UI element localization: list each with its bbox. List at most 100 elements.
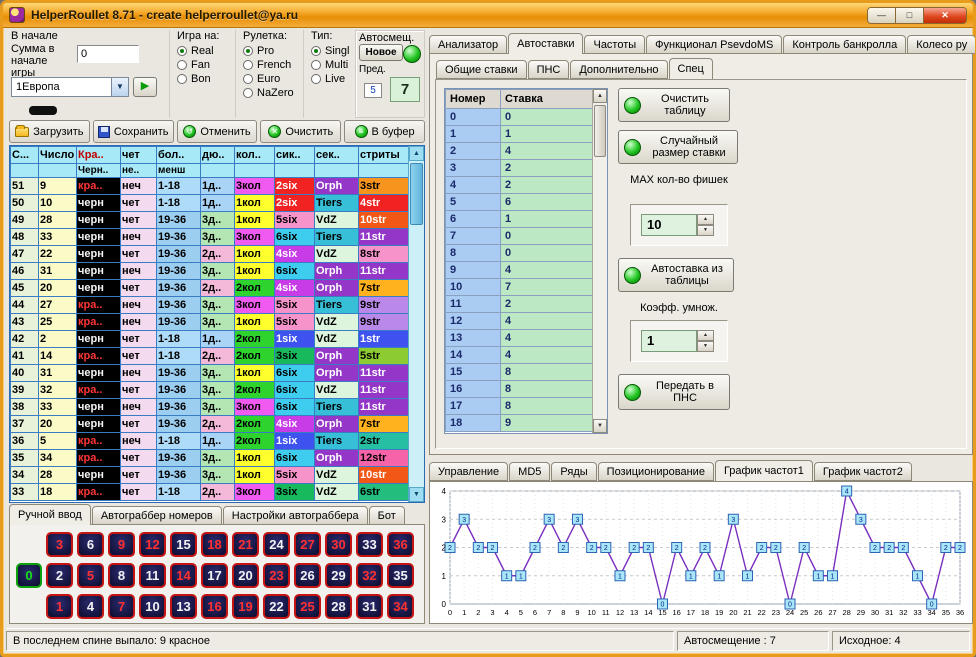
table-row[interactable]: 112 (446, 296, 594, 313)
number-tile-5[interactable]: 5 (77, 563, 104, 588)
number-tile-1[interactable]: 1 (46, 594, 73, 619)
table-row[interactable]: 00 (446, 109, 594, 126)
radio-game-on-real[interactable]: Real (177, 44, 233, 58)
number-tile-9[interactable]: 9 (108, 532, 135, 557)
number-tile-27[interactable]: 27 (294, 532, 321, 557)
maximize-button[interactable]: □ (896, 8, 924, 23)
number-tile-22[interactable]: 22 (263, 594, 290, 619)
table-row[interactable]: 42 (446, 177, 594, 194)
number-tile-6[interactable]: 6 (77, 532, 104, 557)
input-tab-0[interactable]: Ручной ввод (9, 504, 91, 525)
bets-scrollbar[interactable]: ▲ ▼ (592, 89, 607, 433)
number-tile-24[interactable]: 24 (263, 532, 290, 557)
radio-roulette-pro[interactable]: Pro (243, 44, 301, 58)
number-tile-28[interactable]: 28 (325, 594, 352, 619)
close-button[interactable]: ✕ (924, 8, 966, 23)
number-tile-8[interactable]: 8 (108, 563, 135, 588)
history-scrollbar[interactable]: ▲ ▼ (408, 146, 424, 502)
max-chips-spinner[interactable]: 10 ▲ ▼ (641, 214, 727, 236)
spin-down-icon[interactable]: ▼ (697, 225, 714, 236)
number-tile-36[interactable]: 36 (387, 532, 414, 557)
number-tile-20[interactable]: 20 (232, 563, 259, 588)
number-tile-34[interactable]: 34 (387, 594, 414, 619)
play-button[interactable]: ▶ (133, 77, 157, 97)
bottom-tab-1[interactable]: MD5 (509, 462, 550, 481)
main-tab-5[interactable]: Колесо ру (907, 35, 975, 54)
toolbar-button-undo[interactable]: ↺Отменить (177, 120, 258, 143)
table-row[interactable]: 134 (446, 330, 594, 347)
table-row[interactable]: 422чернчет1-181д..2кол1sixVdZ1str (11, 331, 410, 348)
main-tab-4[interactable]: Контроль банкролла (783, 35, 906, 54)
game-select-combobox[interactable]: 1Европа ▼ (11, 77, 129, 97)
new-autoshift-button[interactable]: Новое (359, 44, 403, 61)
scrollbar-thumb[interactable] (594, 105, 606, 157)
table-row[interactable]: 24 (446, 143, 594, 160)
table-row[interactable]: 144 (446, 347, 594, 364)
title-bar[interactable]: HelperRoullet 8.71 - create helperroulle… (3, 3, 973, 28)
table-row[interactable]: 4631черннеч19-363д..1кол6sixOrph11str (11, 263, 410, 280)
spin-up-icon[interactable]: ▲ (697, 214, 714, 225)
scroll-up-icon[interactable]: ▲ (409, 146, 424, 161)
table-row[interactable]: 4114кра..чет1-182д..2кол3sixOrph5str (11, 348, 410, 365)
table-row[interactable]: 4325кра..неч19-363д..1кол5sixVdZ9str (11, 314, 410, 331)
table-row[interactable]: 3833черннеч19-363д..3кол6sixTiers11str (11, 399, 410, 416)
number-tile-18[interactable]: 18 (201, 532, 228, 557)
number-tile-33[interactable]: 33 (356, 532, 383, 557)
table-row[interactable]: 4833черннеч19-363д..3кол6sixTiers11str (11, 229, 410, 246)
table-row[interactable]: 158 (446, 364, 594, 381)
table-row[interactable]: 4928чернчет19-363д..1кол5sixVdZ10str (11, 212, 410, 229)
number-tile-25[interactable]: 25 (294, 594, 321, 619)
number-tile-14[interactable]: 14 (170, 563, 197, 588)
table-row[interactable]: 168 (446, 381, 594, 398)
input-tab-3[interactable]: Бот (369, 506, 405, 525)
bottom-tab-4[interactable]: График частот1 (715, 460, 813, 481)
bottom-tab-5[interactable]: График частот2 (814, 462, 912, 481)
spin-down-icon[interactable]: ▼ (697, 341, 714, 352)
number-tile-15[interactable]: 15 (170, 532, 197, 557)
number-tile-23[interactable]: 23 (263, 563, 290, 588)
number-tile-13[interactable]: 13 (170, 594, 197, 619)
number-tile-0[interactable]: 0 (16, 563, 42, 588)
table-row[interactable]: 365кра..неч1-181д..2кол1sixTiers2str (11, 433, 410, 450)
send-to-pns-button[interactable]: Передать в ПНС (618, 374, 730, 410)
number-tile-2[interactable]: 2 (46, 563, 73, 588)
table-row[interactable]: 4427кра..неч19-363д..3кол5sixTiers9str (11, 297, 410, 314)
scroll-down-icon[interactable]: ▼ (593, 419, 607, 433)
number-tile-12[interactable]: 12 (139, 532, 166, 557)
table-row[interactable]: 189 (446, 415, 594, 432)
radio-type-multi[interactable]: Multi (311, 58, 355, 72)
radio-game-on-fan[interactable]: Fan (177, 58, 233, 72)
main-tab-3[interactable]: Функционал PsevdoMS (646, 35, 782, 54)
number-tile-35[interactable]: 35 (387, 563, 414, 588)
radio-roulette-nazero[interactable]: NaZero (243, 86, 301, 100)
random-bet-button[interactable]: Случайный размер ставки (618, 130, 738, 164)
scroll-up-icon[interactable]: ▲ (593, 89, 607, 103)
input-tab-1[interactable]: Автограббер номеров (92, 506, 222, 525)
table-row[interactable]: 4031черннеч19-363д..1кол6sixOrph11str (11, 365, 410, 382)
input-tab-2[interactable]: Настройки автограббера (223, 506, 368, 525)
number-tile-11[interactable]: 11 (139, 563, 166, 588)
sub-tab-1[interactable]: ПНС (528, 60, 570, 79)
table-row[interactable]: 70 (446, 228, 594, 245)
number-tile-21[interactable]: 21 (232, 532, 259, 557)
main-tab-0[interactable]: Анализатор (429, 35, 507, 54)
table-row[interactable]: 107 (446, 279, 594, 296)
sub-tab-0[interactable]: Общие ставки (436, 60, 527, 79)
clear-table-button[interactable]: Очистить таблицу (618, 88, 730, 122)
radio-roulette-euro[interactable]: Euro (243, 72, 301, 86)
table-row[interactable]: 61 (446, 211, 594, 228)
table-row[interactable]: 3720чернчет19-362д..2кол4sixOrph7str (11, 416, 410, 433)
number-tile-10[interactable]: 10 (139, 594, 166, 619)
toolbar-button-buffer[interactable]: ≡В буфер (344, 120, 425, 143)
table-row[interactable]: 3534кра..чет19-363д..1кол6sixOrph12str (11, 450, 410, 467)
chevron-down-icon[interactable]: ▼ (111, 78, 128, 96)
table-row[interactable]: 11 (446, 126, 594, 143)
radio-type-live[interactable]: Live (311, 72, 355, 86)
table-row[interactable]: 124 (446, 313, 594, 330)
bottom-tab-3[interactable]: Позиционирование (598, 462, 714, 481)
table-row[interactable]: 56 (446, 194, 594, 211)
number-tile-16[interactable]: 16 (201, 594, 228, 619)
spin-up-icon[interactable]: ▲ (697, 330, 714, 341)
minimize-button[interactable]: — (868, 8, 896, 23)
number-tile-32[interactable]: 32 (356, 563, 383, 588)
